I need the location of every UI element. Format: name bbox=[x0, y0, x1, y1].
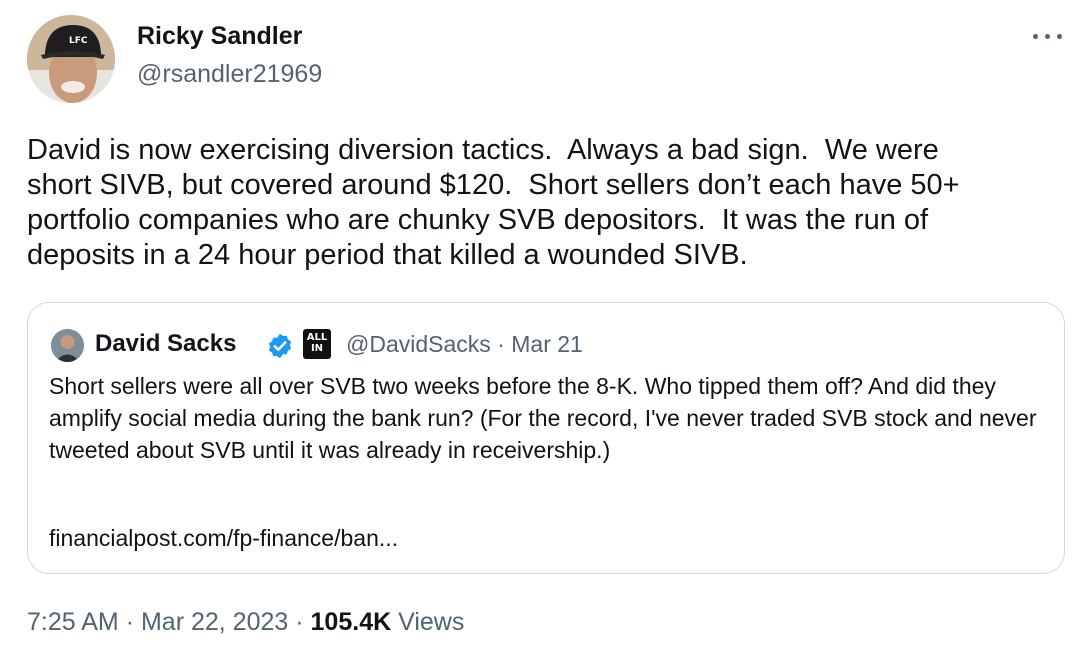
tweet-footer: 7:25 AM · Mar 22, 2023 · 105.4K Views bbox=[27, 608, 464, 637]
tweet-date[interactable]: Mar 22, 2023 bbox=[141, 608, 288, 636]
ellipsis-icon bbox=[1057, 34, 1062, 39]
verified-badge-icon bbox=[268, 333, 292, 359]
quoted-link[interactable]: financialpost.com/fp-finance/ban... bbox=[49, 522, 398, 554]
ellipsis-icon bbox=[1045, 34, 1050, 39]
author-name[interactable]: Ricky Sandler bbox=[137, 22, 302, 51]
quoted-author-avatar[interactable] bbox=[51, 329, 84, 362]
footer-separator: · bbox=[125, 608, 135, 636]
quoted-tweet[interactable]: David Sacks ALL IN @DavidSacks · Mar 21 … bbox=[27, 302, 1065, 574]
avatar-image: LFC bbox=[27, 15, 115, 103]
author-avatar[interactable]: LFC bbox=[27, 15, 115, 103]
more-options-button[interactable] bbox=[1030, 26, 1066, 46]
quoted-author-name[interactable]: David Sacks bbox=[95, 330, 236, 358]
meta-separator: · bbox=[497, 331, 505, 357]
author-handle[interactable]: @rsandler21969 bbox=[137, 60, 322, 89]
quoted-tweet-text: Short sellers were all over SVB two week… bbox=[49, 373, 1037, 463]
tweet-text: David is now exercising diversion tactic… bbox=[27, 134, 960, 271]
views-label: Views bbox=[398, 608, 465, 636]
quoted-meta: @DavidSacks · Mar 21 bbox=[346, 331, 583, 358]
tweet-time[interactable]: 7:25 AM bbox=[27, 608, 119, 636]
quoted-author-handle[interactable]: @DavidSacks bbox=[346, 331, 491, 357]
hat-logo: LFC bbox=[69, 36, 88, 46]
quoted-avatar-image bbox=[51, 329, 84, 362]
footer-separator: · bbox=[295, 608, 304, 636]
ellipsis-icon bbox=[1033, 34, 1038, 39]
views-count: 105.4K bbox=[310, 608, 392, 636]
affiliation-badge[interactable]: ALL IN bbox=[303, 329, 331, 359]
quoted-date[interactable]: Mar 21 bbox=[511, 331, 583, 357]
